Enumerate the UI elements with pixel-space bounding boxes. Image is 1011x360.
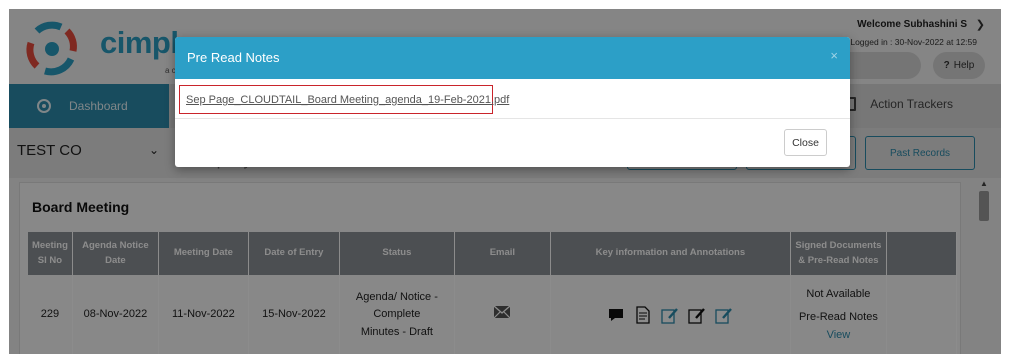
modal-header: Pre Read Notes × (175, 37, 850, 79)
pre-read-notes-modal: Pre Read Notes × Sep Page_CLOUDTAIL_Boar… (175, 37, 850, 167)
close-button[interactable]: Close (784, 129, 827, 156)
modal-title: Pre Read Notes (187, 50, 280, 65)
close-icon[interactable]: × (830, 48, 838, 63)
highlighted-file-box: Sep Page_CLOUDTAIL_Board Meeting_agenda_… (179, 85, 509, 114)
app-window: cimply a c Welcome Subhashini S ❯ Logged… (9, 9, 1001, 354)
modal-divider (175, 118, 850, 119)
pdf-file-link[interactable]: Sep Page_CLOUDTAIL_Board Meeting_agenda_… (186, 94, 509, 106)
